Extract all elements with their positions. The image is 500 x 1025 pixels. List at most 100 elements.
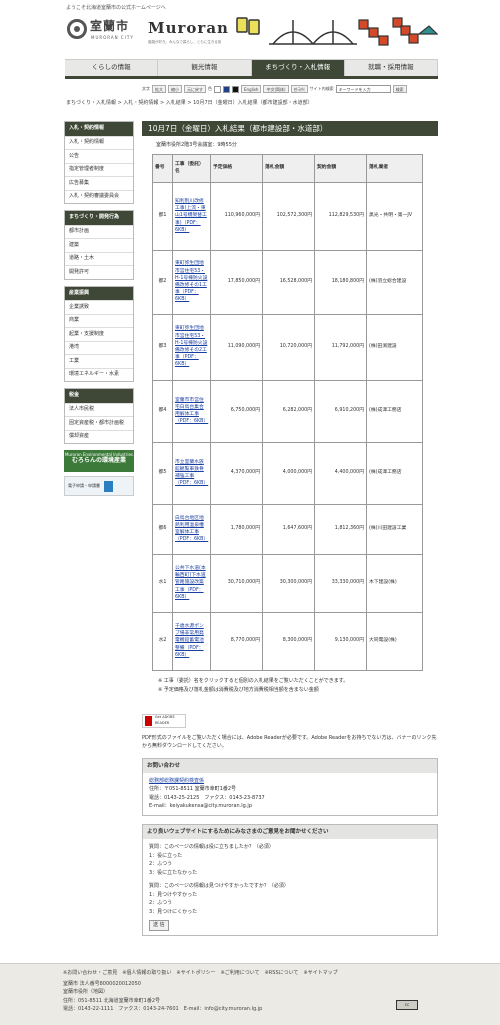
utility-toolbar: 文字 拡大 縮小 元に戻す 色 English 中文(简体) 한국어 サイト内検… xyxy=(142,84,438,94)
search-input[interactable]: キーワードを入力 xyxy=(335,85,391,93)
sidebar-item[interactable]: 償却資産 xyxy=(65,429,133,443)
brand-tagline: 複雑が好き。みんなで暮らし、ともに生きる街 xyxy=(148,39,222,44)
sidebar-group: 産業振興 企業誘致 商業 起業・支援制度 港湾 工業 環境エネルギー・水素 xyxy=(64,285,134,382)
venue-text: 室蘭市役所2階3号会議室：9時55分 xyxy=(156,142,237,148)
site-header: ようこそ北海道室蘭市の公式ホームページへ 室蘭市 MURORAN CITY Mu… xyxy=(0,0,500,58)
sidebar-item[interactable]: 指定管理者制度 xyxy=(65,162,133,176)
nav-tab-living[interactable]: くらしの情報 xyxy=(65,60,159,76)
row-bid-cell: 8,300,000円 xyxy=(262,611,315,671)
environmental-industries-banner[interactable]: Muroran Environmental Industries むろらんの環境産… xyxy=(64,450,134,472)
survey-q1-option-2[interactable]: 2：ふつう xyxy=(149,860,431,869)
table-row: 都3 東町弥生団地市営住宅53・H-1号棟防火設備改修その2工事（PDF：6KB）… xyxy=(152,313,423,381)
nav-tab-tourism[interactable]: 観光情報 xyxy=(158,60,252,76)
row-contract-cell: 11,792,000円 xyxy=(314,313,367,381)
row-project-link[interactable]: 市立室蘭水族館観覧車鉄骨補強工事（PDF：6KB） xyxy=(175,460,208,487)
row-winner-cell: (株)成澤工務店 xyxy=(366,441,423,505)
city-logo[interactable]: 室蘭市 MURORAN CITY xyxy=(67,17,139,47)
sidebar-item[interactable]: 広告募集 xyxy=(65,176,133,190)
global-nav: くらしの情報 観光情報 まちづくり・入札情報 就職・採用情報 xyxy=(65,59,438,79)
sidebar-group: 入札・契約情報 入札・契約情報 公告 指定管理者制度 広告募集 入札・契約審議委員会 xyxy=(64,121,134,204)
lang-english-button[interactable]: English xyxy=(241,85,262,93)
row-contract-cell: 18,180,800円 xyxy=(314,249,367,315)
lang-chinese-button[interactable]: 中文(简体) xyxy=(263,85,289,93)
color-blue-button[interactable] xyxy=(223,85,230,93)
row-bid-cell: 102,572,300円 xyxy=(262,181,315,251)
row-estimate-cell: 4,370,000円 xyxy=(210,441,263,505)
pdf-help-text: PDF形式のファイルをご覧いただく場合には、Adobe Readerが必要です。… xyxy=(142,734,437,749)
row-number-cell: 都3 xyxy=(152,313,173,381)
row-project-link[interactable]: 室蘭市市営住宅白鳥台集合用解体工事（PDF：6KB） xyxy=(175,398,208,425)
footer-office-link[interactable]: 室蘭市役所（地図） xyxy=(63,988,262,996)
row-project-link-cell: 市立室蘭水族館観覧車鉄骨補強工事（PDF：6KB） xyxy=(172,441,211,505)
results-table-body: 都1 知利別川改修工事(上流・東山1号橋架替工事)（PDF：6KB） 110,960… xyxy=(152,181,423,671)
sidebar-item[interactable]: 建築 xyxy=(65,238,133,252)
survey-q1-option-1[interactable]: 1：役に立った xyxy=(149,852,431,861)
table-row: 都2 東町弥生団地市営住宅53・H-1号棟防火設備改修その1工事（PDF：6KB）… xyxy=(152,249,423,315)
row-estimate-cell: 6,750,000円 xyxy=(210,379,263,443)
row-contract-cell: 6,910,200円 xyxy=(314,379,367,443)
creative-commons-badge[interactable]: cc xyxy=(396,1000,418,1010)
search-button[interactable]: 検索 xyxy=(392,85,407,93)
city-name: 室蘭市 xyxy=(90,19,130,33)
survey-q2-option-3[interactable]: 3：見つけにくかった xyxy=(149,908,431,917)
survey-question-2: 質問：このページの情報は見つけやすかったですか？（必須） xyxy=(149,883,289,889)
row-bid-cell: 1,647,600円 xyxy=(262,503,315,555)
contact-dept-link[interactable]: 総務部総務課契約検査係 xyxy=(149,778,204,784)
e-application-banner[interactable]: 電子申請・申請書 xyxy=(64,476,134,496)
e-application-label: 電子申請・申請書 xyxy=(68,483,100,488)
row-project-link[interactable]: 知利別川改修工事(上流・東山1号橋架替工事)（PDF：6KB） xyxy=(175,199,207,233)
nav-tab-employment[interactable]: 就職・採用情報 xyxy=(345,60,438,76)
row-project-link-cell: 公共下水道(本輪西町)下水道管路施設改築工事（PDF：6KB） xyxy=(172,553,211,613)
survey-q2-option-2[interactable]: 2：ふつう xyxy=(149,899,431,908)
sidebar-item[interactable]: 起業・支援制度 xyxy=(65,327,133,341)
survey-submit-button[interactable]: 送 信 xyxy=(149,920,169,931)
sidebar-item[interactable]: 環境エネルギー・水素 xyxy=(65,367,133,381)
font-enlarge-button[interactable]: 拡大 xyxy=(152,85,166,93)
font-reset-button[interactable]: 元に戻す xyxy=(184,85,206,93)
font-shrink-button[interactable]: 縮小 xyxy=(168,85,182,93)
row-bid-cell: 4,000,000円 xyxy=(262,441,315,505)
color-white-button[interactable] xyxy=(214,85,221,93)
adobe-reader-banner[interactable]: Get ADOBE READER xyxy=(142,713,186,728)
row-project-link[interactable]: 千歳水源ポンプ場非常用発電機鉛蓄電池整備（PDF：6KB） xyxy=(175,624,204,658)
contact-phone: 電話：0143-25-2125 ファクス：0143-23-8737 xyxy=(149,794,265,801)
sidebar-item[interactable]: 入札・契約審議委員会 xyxy=(65,189,133,203)
row-contract-cell: 112,829,530円 xyxy=(314,181,367,251)
sidebar-item[interactable]: 港湾 xyxy=(65,340,133,354)
footer-address: 住所：051-8511 北海道室蘭市幸町1番2号 xyxy=(63,997,161,1004)
survey-title: より良いウェブサイトにするためにみなさまのご意見をお聞かせください xyxy=(143,824,437,839)
row-project-link[interactable]: 東町弥生団地市営住宅53・H-1号棟防火設備改修その1工事（PDF：6KB） xyxy=(175,261,207,302)
sidebar-item[interactable]: 固定資産税・都市計画税 xyxy=(65,416,133,430)
contact-email[interactable]: E-mail：keiyakukensa@city.muroran.lg.jp xyxy=(149,802,431,811)
sidebar-item[interactable]: 企業誘致 xyxy=(65,300,133,314)
survey-q1-option-3[interactable]: 3：役に立たなかった xyxy=(149,869,431,878)
sidebar-item[interactable]: 商業 xyxy=(65,313,133,327)
sidebar-item[interactable]: 道路・土木 xyxy=(65,251,133,265)
row-project-link[interactable]: 東町弥生団地市営住宅53・H-1号棟防火設備改修その2工事（PDF：6KB） xyxy=(175,326,207,367)
sidebar-item[interactable]: 開発許可 xyxy=(65,265,133,279)
breadcrumb[interactable]: まちづくり・入札情報 > 入札・契約情報 > 入札結果 > 10月7日（金曜日）… xyxy=(66,100,438,108)
header-illustration xyxy=(236,17,438,46)
sidebar-item[interactable]: 入札・契約情報 xyxy=(65,135,133,149)
sidebar-item[interactable]: 工業 xyxy=(65,354,133,368)
color-black-button[interactable] xyxy=(232,85,239,93)
footer-links[interactable]: ※お問い合わせ・ご意見 ※個人情報の取り扱い ※サイトポリシー ※ご利用について… xyxy=(63,970,338,978)
table-row: 水1 公共下水道(本輪西町)下水道管路施設改築工事（PDF：6KB） 30,710,… xyxy=(152,553,423,613)
row-number-cell: 水1 xyxy=(152,553,173,613)
footer-corp-number: 室蘭市 法人番号8000020012050 xyxy=(63,981,141,987)
city-emblem-icon xyxy=(67,19,87,39)
page-title: 10月7日（金曜日）入札結果（都市建設部・水道部） xyxy=(142,121,438,136)
row-project-link[interactable]: 公共下水道(本輪西町)下水道管路施設改築工事（PDF：6KB） xyxy=(175,566,206,600)
sidebar-item[interactable]: 法人市民税 xyxy=(65,402,133,416)
nav-tab-city-planning[interactable]: まちづくり・入札情報 xyxy=(251,60,345,76)
row-project-link[interactable]: 白鳥台地区地熱利用温泉槽室解体工事（PDF：6KB） xyxy=(175,516,208,543)
lang-korean-button[interactable]: 한국어 xyxy=(290,85,308,93)
sidebar-item[interactable]: 都市計画 xyxy=(65,224,133,238)
survey-q2-option-1[interactable]: 1：見つけやすかった xyxy=(149,891,431,900)
adobe-icon xyxy=(145,715,152,726)
sidebar-group-title: 税金 xyxy=(65,389,133,403)
table-row: 都5 市立室蘭水族館観覧車鉄骨補強工事（PDF：6KB） 4,370,000円 4,0… xyxy=(152,441,423,505)
document-icon xyxy=(104,480,113,492)
sidebar-item[interactable]: 公告 xyxy=(65,149,133,163)
col-header-contract: 契約金額 xyxy=(314,153,367,183)
